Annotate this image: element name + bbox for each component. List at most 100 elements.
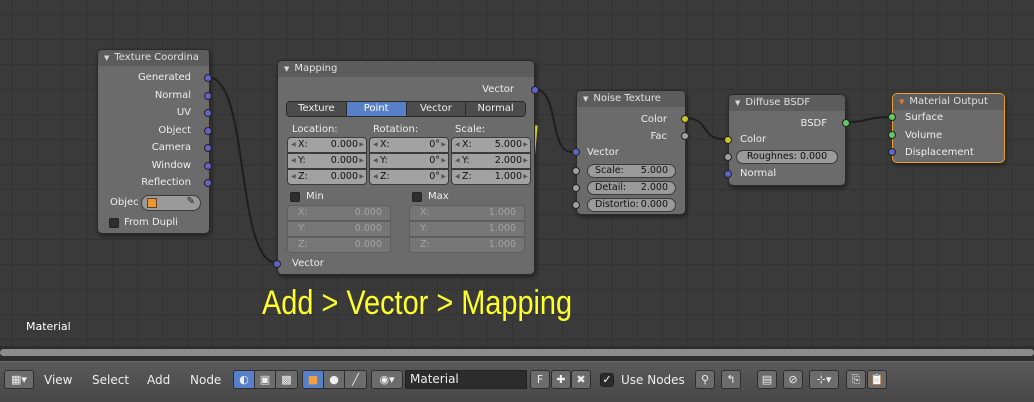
node-header[interactable]: ▼ Noise Texture: [577, 91, 685, 107]
scale-x-field[interactable]: ◀ X: 5.000 ▶: [451, 137, 531, 153]
eyedropper-icon[interactable]: ✎: [187, 196, 195, 207]
shader-nodes-icon[interactable]: ◐: [234, 371, 255, 388]
node-title: Material Output: [909, 96, 988, 107]
socket-distortion[interactable]: [572, 201, 580, 209]
socket-fac[interactable]: [681, 132, 689, 140]
use-nodes-checkbox[interactable]: ✓: [600, 373, 614, 387]
noise-texture-node[interactable]: ▼ Noise Texture Color Fac Vector Scale: 5.…: [572, 90, 689, 215]
input-volume-label: Volume: [905, 130, 943, 141]
menu-node[interactable]: Node: [190, 373, 221, 387]
socket-scale[interactable]: [572, 167, 580, 175]
socket-surface[interactable]: [888, 113, 896, 121]
rotation-fields[interactable]: ◀ X: 0° ▶ ◀ Y: 0° ▶ ◀ Z: 0° ▶: [369, 137, 449, 187]
socket-window[interactable]: [204, 162, 212, 170]
mapping-type-tabs[interactable]: Texture Point Vector Normal: [286, 101, 526, 117]
socket-camera[interactable]: [204, 144, 212, 152]
output-normal: Normal: [154, 90, 191, 101]
editor-type-button[interactable]: ▦▾: [4, 370, 34, 389]
world-icon[interactable]: ●: [324, 371, 345, 388]
socket-uv[interactable]: [204, 109, 212, 117]
menu-select[interactable]: Select: [92, 373, 129, 387]
socket-input-color[interactable]: [724, 136, 732, 144]
socket-reflection[interactable]: [204, 179, 212, 187]
socket-object[interactable]: [204, 127, 212, 135]
socket-normal[interactable]: [204, 92, 212, 100]
diffuse-bsdf-node[interactable]: ▼ Diffuse BSDF BSDF Color Roughnes: 0.000…: [724, 94, 850, 186]
location-y-field[interactable]: ◀ Y: 0.000 ▶: [287, 153, 367, 169]
from-dupli-checkbox[interactable]: [109, 218, 119, 228]
scale-z-field[interactable]: ◀ Z: 1.000 ▶: [451, 169, 531, 185]
collapse-triangle-icon[interactable]: ▼: [583, 91, 588, 107]
location-fields[interactable]: ◀ X: 0.000 ▶ ◀ Y: 0.000 ▶ ◀ Z: 0.000 ▶: [287, 137, 367, 187]
material-name-field[interactable]: Material: [405, 370, 527, 389]
compositing-nodes-icon[interactable]: ▣: [255, 371, 276, 388]
collapse-triangle-icon[interactable]: ▼: [284, 61, 289, 77]
socket-detail[interactable]: [572, 184, 580, 192]
scale-fields[interactable]: ◀ X: 5.000 ▶ ◀ Y: 2.000 ▶ ◀ Z: 1.000 ▶: [451, 137, 531, 187]
collapse-triangle-icon[interactable]: ▼: [104, 50, 109, 66]
detail-field[interactable]: Detail: 2.000: [587, 181, 676, 195]
output-vector: Vector: [482, 84, 514, 95]
texture-nodes-icon[interactable]: ▩: [276, 371, 297, 388]
tab-normal[interactable]: Normal: [466, 102, 525, 116]
socket-output-vector[interactable]: [531, 86, 539, 94]
distortion-field[interactable]: Distortio: 0.000: [587, 198, 676, 212]
pin-icon[interactable]: ⚲: [695, 370, 715, 389]
object-icon[interactable]: ■: [303, 371, 324, 388]
max-fields: X: 1.000 Y: 1.000 Z: 1.000: [409, 205, 525, 255]
node-editor-header: ▦▾ View Select Add Node ◐ ▣ ▩ ■ ● ╱ ◉▾ M…: [0, 361, 1034, 402]
collapse-triangle-icon[interactable]: ▼: [735, 95, 740, 111]
paste-nodes-icon[interactable]: 📋: [867, 370, 887, 389]
line-style-icon[interactable]: ╱: [345, 371, 366, 388]
tab-vector[interactable]: Vector: [406, 102, 467, 116]
socket-roughness[interactable]: [724, 153, 732, 161]
location-z-field[interactable]: ◀ Z: 0.000 ▶: [287, 169, 367, 185]
location-x-field[interactable]: ◀ X: 0.000 ▶: [287, 137, 367, 153]
rotation-x-field[interactable]: ◀ X: 0° ▶: [369, 137, 449, 153]
output-camera: Camera: [151, 142, 191, 153]
rotation-y-field[interactable]: ◀ Y: 0° ▶: [369, 153, 449, 169]
output-window: Window: [151, 160, 191, 171]
unlink-material-icon[interactable]: ✖: [571, 370, 591, 389]
socket-generated[interactable]: [204, 74, 212, 82]
shader-type-buttons[interactable]: ■ ● ╱: [302, 370, 367, 389]
fake-user-button[interactable]: F: [530, 370, 550, 389]
parent-tree-icon[interactable]: ↰: [721, 370, 741, 389]
socket-input-vector[interactable]: [273, 260, 281, 268]
new-material-icon[interactable]: ✚: [551, 370, 571, 389]
menu-add[interactable]: Add: [147, 373, 170, 387]
rotation-z-field[interactable]: ◀ Z: 0° ▶: [369, 169, 449, 185]
tab-texture[interactable]: Texture: [287, 102, 347, 116]
snap-element-icon[interactable]: ⊹▾: [809, 370, 839, 389]
node-header[interactable]: ▼ Diffuse BSDF: [729, 95, 845, 111]
node-header[interactable]: ▼ Material Output: [893, 94, 1004, 110]
scrollbar[interactable]: [0, 349, 1034, 356]
min-checkbox[interactable]: [290, 192, 300, 202]
tree-type-buttons[interactable]: ◐ ▣ ▩: [233, 370, 298, 389]
collapse-triangle-icon[interactable]: ▼: [899, 94, 904, 110]
socket-bsdf[interactable]: [842, 119, 850, 127]
socket-input-vector[interactable]: [572, 148, 580, 156]
mapping-node[interactable]: ▼ Mapping Vector Texture Point Vector Nor…: [273, 60, 539, 275]
render-layer-icon[interactable]: ▤: [757, 370, 777, 389]
socket-displacement[interactable]: [888, 148, 896, 156]
max-checkbox[interactable]: [412, 192, 422, 202]
tab-point[interactable]: Point: [346, 102, 407, 116]
copy-nodes-icon[interactable]: ⎘: [846, 370, 866, 389]
object-field[interactable]: ✎: [141, 195, 201, 211]
node-header[interactable]: ▼ Mapping: [278, 61, 534, 77]
area-splitter[interactable]: [0, 346, 1034, 361]
texture-coordinate-node[interactable]: ▼ Texture Coordina Generated Normal UV Ob…: [97, 49, 212, 234]
node-editor[interactable]: ▼ Texture Coordina Generated Normal UV Ob…: [0, 0, 1034, 346]
socket-input-normal[interactable]: [724, 170, 732, 178]
socket-color[interactable]: [681, 115, 689, 123]
node-header[interactable]: ▼ Texture Coordina: [98, 50, 209, 66]
scale-field[interactable]: Scale: 5.000: [587, 164, 676, 178]
material-output-node[interactable]: ▼ Material Output Surface Volume Displace…: [888, 93, 1005, 163]
socket-volume[interactable]: [888, 131, 896, 139]
snap-toggle-icon[interactable]: ⊘: [783, 370, 803, 389]
roughness-field[interactable]: Roughnes: 0.000: [736, 150, 838, 164]
scale-y-field[interactable]: ◀ Y: 2.000 ▶: [451, 153, 531, 169]
menu-view[interactable]: View: [44, 373, 72, 387]
material-browse-button[interactable]: ◉▾: [371, 370, 403, 389]
